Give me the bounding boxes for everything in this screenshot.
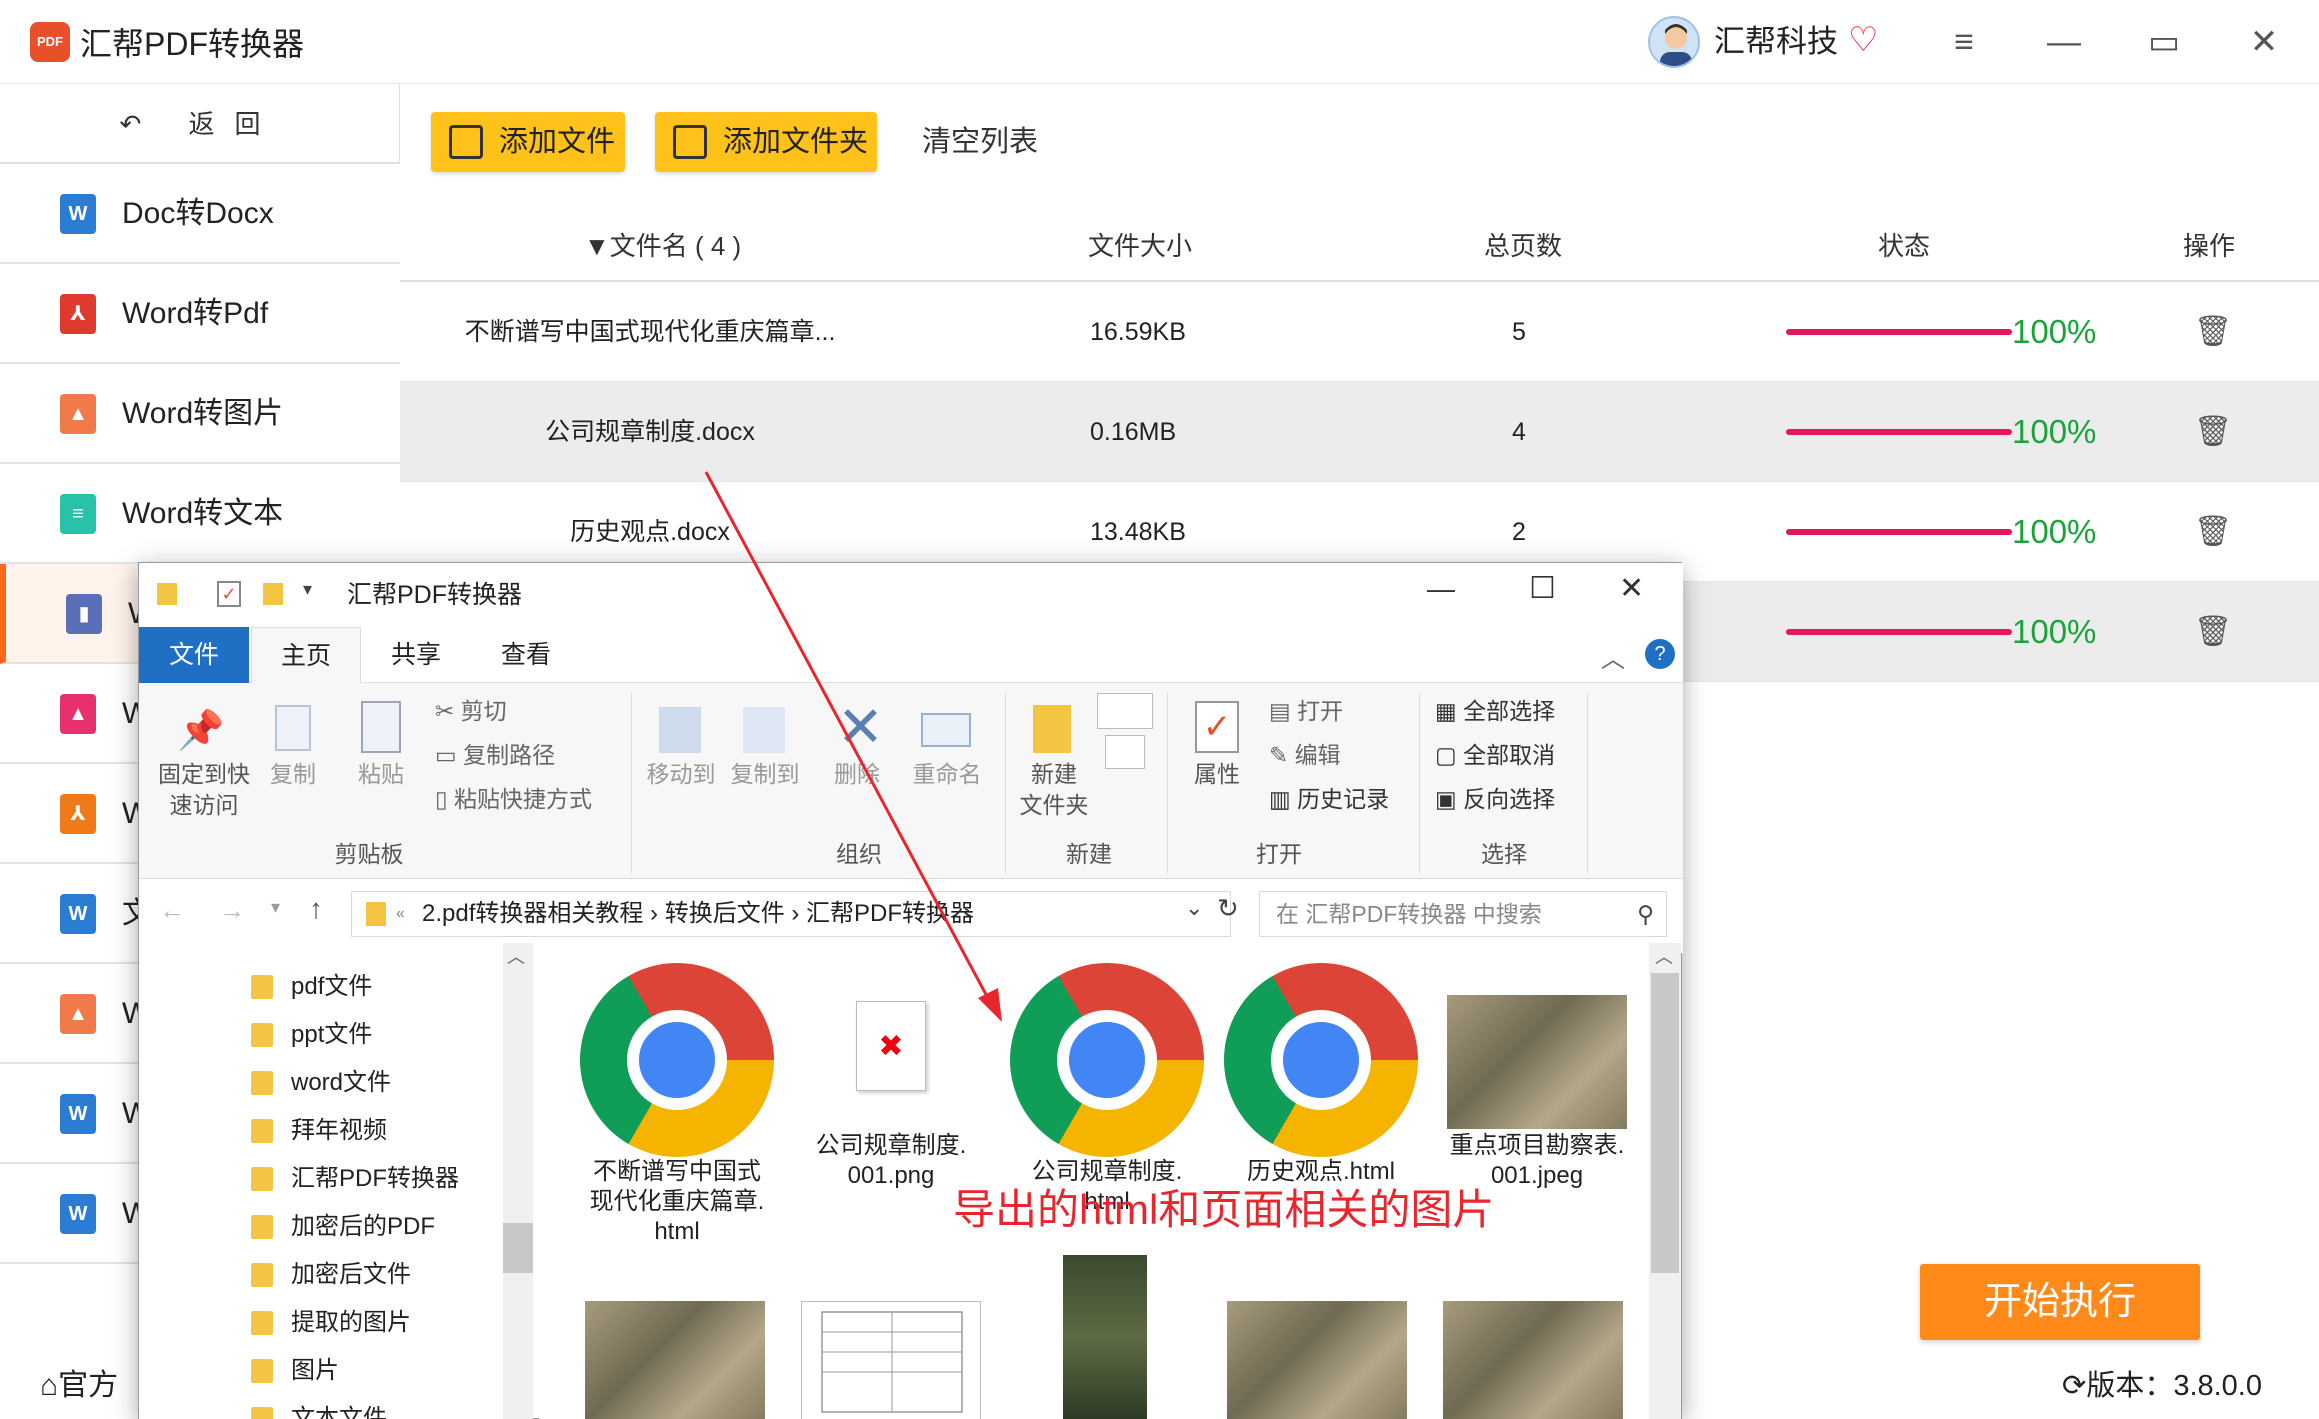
annotation-text: 导出的html和页面相关的图片 — [953, 1186, 1495, 1233]
